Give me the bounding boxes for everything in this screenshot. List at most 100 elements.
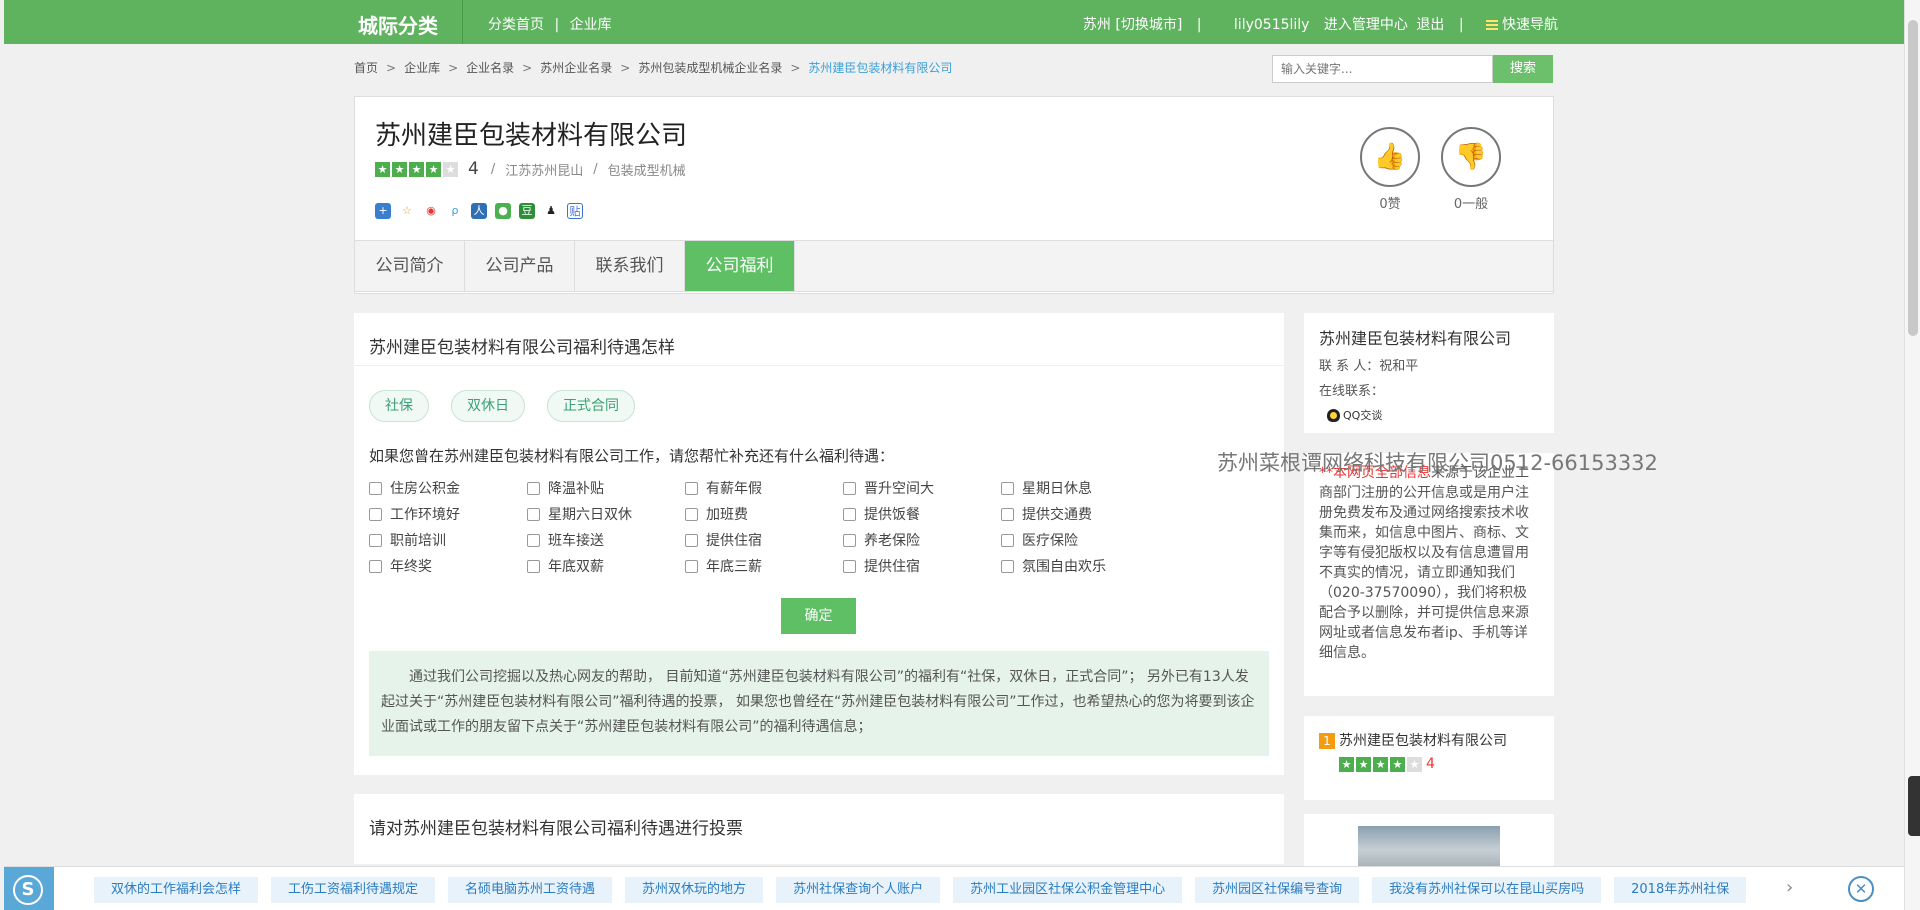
welfare-option[interactable]: 医疗保险 [1001,531,1159,549]
checkbox[interactable] [1001,559,1014,573]
welfare-option[interactable]: 工作环境好 [369,505,527,523]
welfare-option[interactable]: 星期日休息 [1001,479,1159,497]
checkbox[interactable] [843,559,856,573]
welfare-option[interactable]: 提供住宿 [685,531,843,549]
confirm-button[interactable]: 确定 [781,598,856,634]
related-link[interactable]: 2018年苏州社保 [1614,877,1747,903]
welfare-option[interactable]: 晋升空间大 [843,479,1001,497]
checkbox[interactable] [685,533,698,547]
watermark-text: 苏州菜根谭网络科技有限公司0512-66153332 [1217,451,1658,475]
welfare-option[interactable]: 班车接送 [527,531,685,549]
related-link[interactable]: 我没有苏州社保可以在昆山买房吗 [1372,877,1602,903]
related-link[interactable]: 苏州园区社保编号查询 [1195,877,1360,903]
nav-category-home[interactable]: 分类首页 [488,17,544,33]
checkbox[interactable] [685,559,698,573]
checkbox[interactable] [1001,481,1014,495]
breadcrumb-current[interactable]: 苏州建臣包装材料有限公司 [808,61,952,75]
welfare-option[interactable]: 氛围自由欢乐 [1001,557,1159,575]
tab-welfare[interactable]: 公司福利 [685,241,795,291]
welfare-option[interactable]: 提供交通费 [1001,505,1159,523]
checkbox[interactable] [369,533,382,547]
search-input[interactable] [1272,55,1493,83]
admin-center-link[interactable]: 进入管理中心 [1324,17,1408,33]
welfare-option[interactable]: 住房公积金 [369,479,527,497]
qzone-icon[interactable]: + [375,203,391,219]
welfare-option[interactable]: 降温补贴 [527,479,685,497]
qq-chat-button[interactable]: QQ交谈 [1327,407,1382,423]
close-icon[interactable]: ✕ [1848,876,1874,902]
quick-nav-button[interactable]: 快速导航 [1486,17,1558,33]
search-button[interactable]: 搜索 [1493,55,1553,83]
welfare-tag[interactable]: 双休日 [451,390,525,422]
chevron-right-icon[interactable]: › [1786,877,1793,898]
rating-stars: ★ ★ ★ ★ ★ [1339,756,1422,772]
side-float-tab[interactable] [1908,776,1920,836]
breadcrumb: 首页 > 企业库 > 企业名录 > 苏州企业名录 > 苏州包装成型机械企业名录 > 苏州建臣包装材料… [354,59,952,76]
welfare-option[interactable]: 年底双薪 [527,557,685,575]
related-link[interactable]: 苏州社保查询个人账户 [776,877,941,903]
related-link[interactable]: 工伤工资福利待遇规定 [271,877,436,903]
checkbox[interactable] [843,533,856,547]
related-link[interactable]: 苏州工业园区社保公积金管理中心 [953,877,1183,903]
breadcrumb-enterprise[interactable]: 企业库 [404,61,440,75]
related-link[interactable]: 苏州双休玩的地方 [625,877,764,903]
breadcrumb-directory[interactable]: 企业名录 [466,61,514,75]
welfare-option[interactable]: 提供饭餐 [843,505,1001,523]
checkbox[interactable] [685,507,698,521]
welfare-option-label: 年终奖 [390,559,432,575]
welfare-option[interactable]: 职前培训 [369,531,527,549]
scrollbar[interactable] [1904,0,1920,910]
checkbox[interactable] [527,481,540,495]
checkbox[interactable] [527,507,540,521]
breadcrumb-home[interactable]: 首页 [354,61,378,75]
checkbox[interactable] [369,559,382,573]
checkbox[interactable] [843,481,856,495]
wechat-icon[interactable]: ● [495,203,511,219]
douban-icon[interactable]: 豆 [519,203,535,219]
tieba-icon[interactable]: 贴 [567,203,583,219]
welfare-option[interactable]: 养老保险 [843,531,1001,549]
welfare-tag[interactable]: 正式合同 [547,390,635,422]
checkbox[interactable] [369,507,382,521]
category-link[interactable]: 包装成型机械 [608,160,686,179]
logout-link[interactable]: 退出 [1416,17,1444,33]
like-button[interactable]: 👍 0赞 [1358,127,1422,212]
checkbox[interactable] [527,559,540,573]
username[interactable]: lily0515lily [1234,17,1310,33]
checkbox[interactable] [685,481,698,495]
scrollbar-thumb[interactable] [1908,20,1918,336]
rank-company-link[interactable]: 苏州建臣包装材料有限公司 [1339,733,1507,749]
welfare-option[interactable]: 加班费 [685,505,843,523]
rank-rating-value: 4 [1426,756,1435,772]
location-link[interactable]: 江苏苏州昆山 [505,160,583,179]
qq-icon[interactable]: ♟ [543,203,559,219]
normal-button[interactable]: 👎 0一般 [1439,127,1503,212]
city-switch[interactable]: 苏州 [切换城市] [1083,17,1182,33]
welfare-option[interactable]: 年底三薪 [685,557,843,575]
weibo-icon[interactable]: ◉ [423,203,439,219]
welfare-option[interactable]: 星期六日双休 [527,505,685,523]
related-link[interactable]: 双休的工作福利会怎样 [94,877,259,903]
welfare-info: 通过我们公司挖掘以及热心网友的帮助， 目前知道“苏州建臣包装材料有限公司”的福利… [369,651,1269,756]
sogou-logo[interactable]: S [4,867,54,910]
welfare-tag[interactable]: 社保 [369,390,429,422]
welfare-option[interactable]: 提供住宿 [843,557,1001,575]
site-logo[interactable]: 城际分类 [358,10,438,39]
checkbox[interactable] [527,533,540,547]
tab-intro[interactable]: 公司简介 [355,241,465,291]
breadcrumb-category-directory[interactable]: 苏州包装成型机械企业名录 [638,61,782,75]
favorite-icon[interactable]: ☆ [399,203,415,219]
welfare-option[interactable]: 年终奖 [369,557,527,575]
tab-contact[interactable]: 联系我们 [575,241,685,291]
checkbox[interactable] [1001,533,1014,547]
welfare-option[interactable]: 有薪年假 [685,479,843,497]
checkbox[interactable] [369,481,382,495]
pengyou-icon[interactable]: ρ [447,203,463,219]
checkbox[interactable] [843,507,856,521]
renren-icon[interactable]: 人 [471,203,487,219]
nav-enterprise[interactable]: 企业库 [570,17,612,33]
breadcrumb-suzhou-directory[interactable]: 苏州企业名录 [540,61,612,75]
checkbox[interactable] [1001,507,1014,521]
related-link[interactable]: 名硕电脑苏州工资待遇 [448,877,613,903]
tab-products[interactable]: 公司产品 [465,241,575,291]
